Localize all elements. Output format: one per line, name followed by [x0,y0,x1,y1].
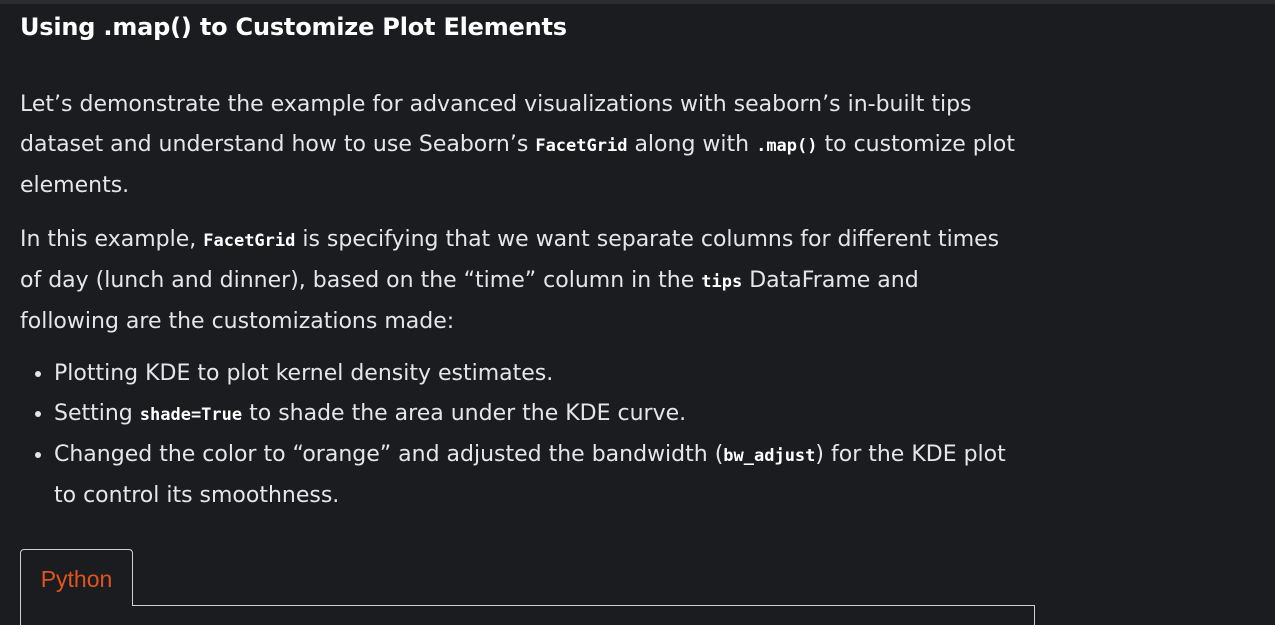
code-tab-bar: Python [20,549,1035,625]
tab-python[interactable]: Python [20,549,133,606]
inline-code-shade: shade=True [139,405,243,425]
intro-paragraph: Let’s demonstrate the example for advanc… [20,85,1020,206]
code-block-frame [20,605,1035,625]
list-item: Setting shade=True to shade the area und… [54,394,1034,435]
bullet-2-text-2: to shade the area under the KDE curve. [242,401,687,426]
inline-code-bw-adjust: bw_adjust [723,446,816,466]
inline-code-facetgrid: FacetGrid [535,136,628,156]
inline-code-map: .map() [756,136,818,156]
section-heading: Using .map() to Customize Plot Elements [20,13,567,41]
bullet-2-text-1: Setting [54,401,140,426]
example-paragraph: In this example, FacetGrid is specifying… [20,220,1020,342]
customization-list: Plotting KDE to plot kernel density esti… [20,354,1034,516]
inline-code-facetgrid-2: FacetGrid [203,231,296,251]
intro-text-2: along with [627,132,757,157]
bullet-3-text-1: Changed the color to “orange” and adjust… [54,442,724,467]
bullet-1-text: Plotting KDE to plot kernel density esti… [54,361,554,386]
inline-code-tips: tips [701,272,743,292]
example-text-1: In this example, [20,227,204,252]
list-item: Changed the color to “orange” and adjust… [54,435,1034,516]
list-item: Plotting KDE to plot kernel density esti… [54,354,1034,394]
top-border [0,0,1275,4]
